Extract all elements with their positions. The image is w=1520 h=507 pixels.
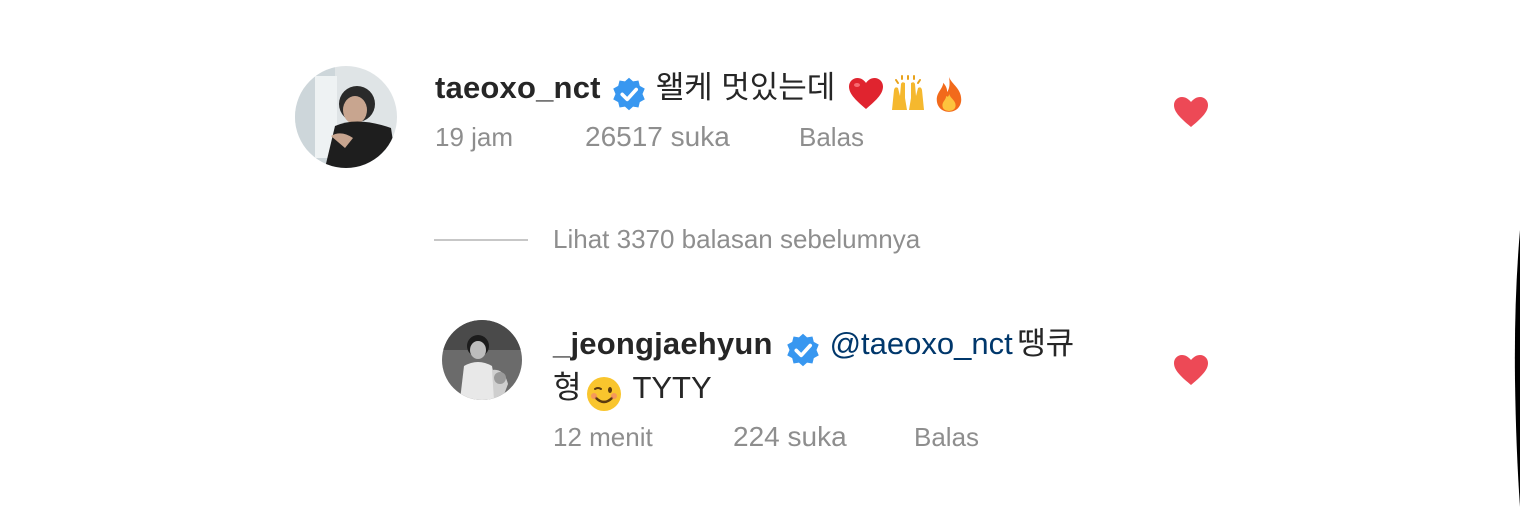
- view-previous-replies-button[interactable]: Lihat 3370 balasan sebelumnya: [553, 224, 920, 255]
- reply-mention-link[interactable]: @taeoxo_nct: [830, 326, 1013, 361]
- reply-line-1: _jeongjaehyun @taeoxo_nct 땡큐: [553, 318, 1153, 368]
- fire-emoji-icon: [936, 76, 961, 112]
- verified-badge-icon: [613, 77, 645, 110]
- comment-line: taeoxo_nct 왤케 멋있는데: [435, 62, 965, 114]
- reply-like-heart-icon[interactable]: [1173, 354, 1209, 386]
- reply-line-2: 형 TYTY: [553, 362, 712, 412]
- view-replies-divider: [434, 239, 528, 241]
- comment-reply-button[interactable]: Balas: [799, 122, 864, 153]
- comment-text: 왤케 멋있는데: [655, 70, 836, 105]
- reply-text-suffix: TYTY: [632, 370, 712, 405]
- avatar-jeongjaehyun[interactable]: [442, 320, 522, 400]
- avatar-photo-icon: [442, 320, 522, 400]
- reply-username[interactable]: _jeongjaehyun: [553, 326, 773, 361]
- comment-time: 19 jam: [435, 122, 514, 152]
- reply-reply-button[interactable]: Balas: [914, 422, 979, 453]
- reply-likes[interactable]: 224 suka: [733, 421, 847, 453]
- red-heart-emoji-icon: [848, 77, 883, 109]
- comment-like-heart-icon[interactable]: [1173, 96, 1209, 128]
- reply-time: 12 menit: [553, 422, 653, 452]
- page-edge-decoration: [1514, 230, 1520, 507]
- reply-text-prefix: 형: [553, 370, 582, 405]
- reply-text-line1: 땡큐: [1017, 326, 1075, 361]
- avatar-photo-icon: [295, 66, 397, 168]
- verified-badge-icon: [787, 333, 819, 366]
- winking-face-emoji-icon: [586, 376, 621, 411]
- comment-likes[interactable]: 26517 suka: [585, 121, 730, 153]
- comment-username[interactable]: taeoxo_nct: [435, 70, 601, 105]
- raising-hands-emoji-icon: [892, 74, 925, 110]
- avatar-taeoxo-nct[interactable]: [295, 66, 397, 168]
